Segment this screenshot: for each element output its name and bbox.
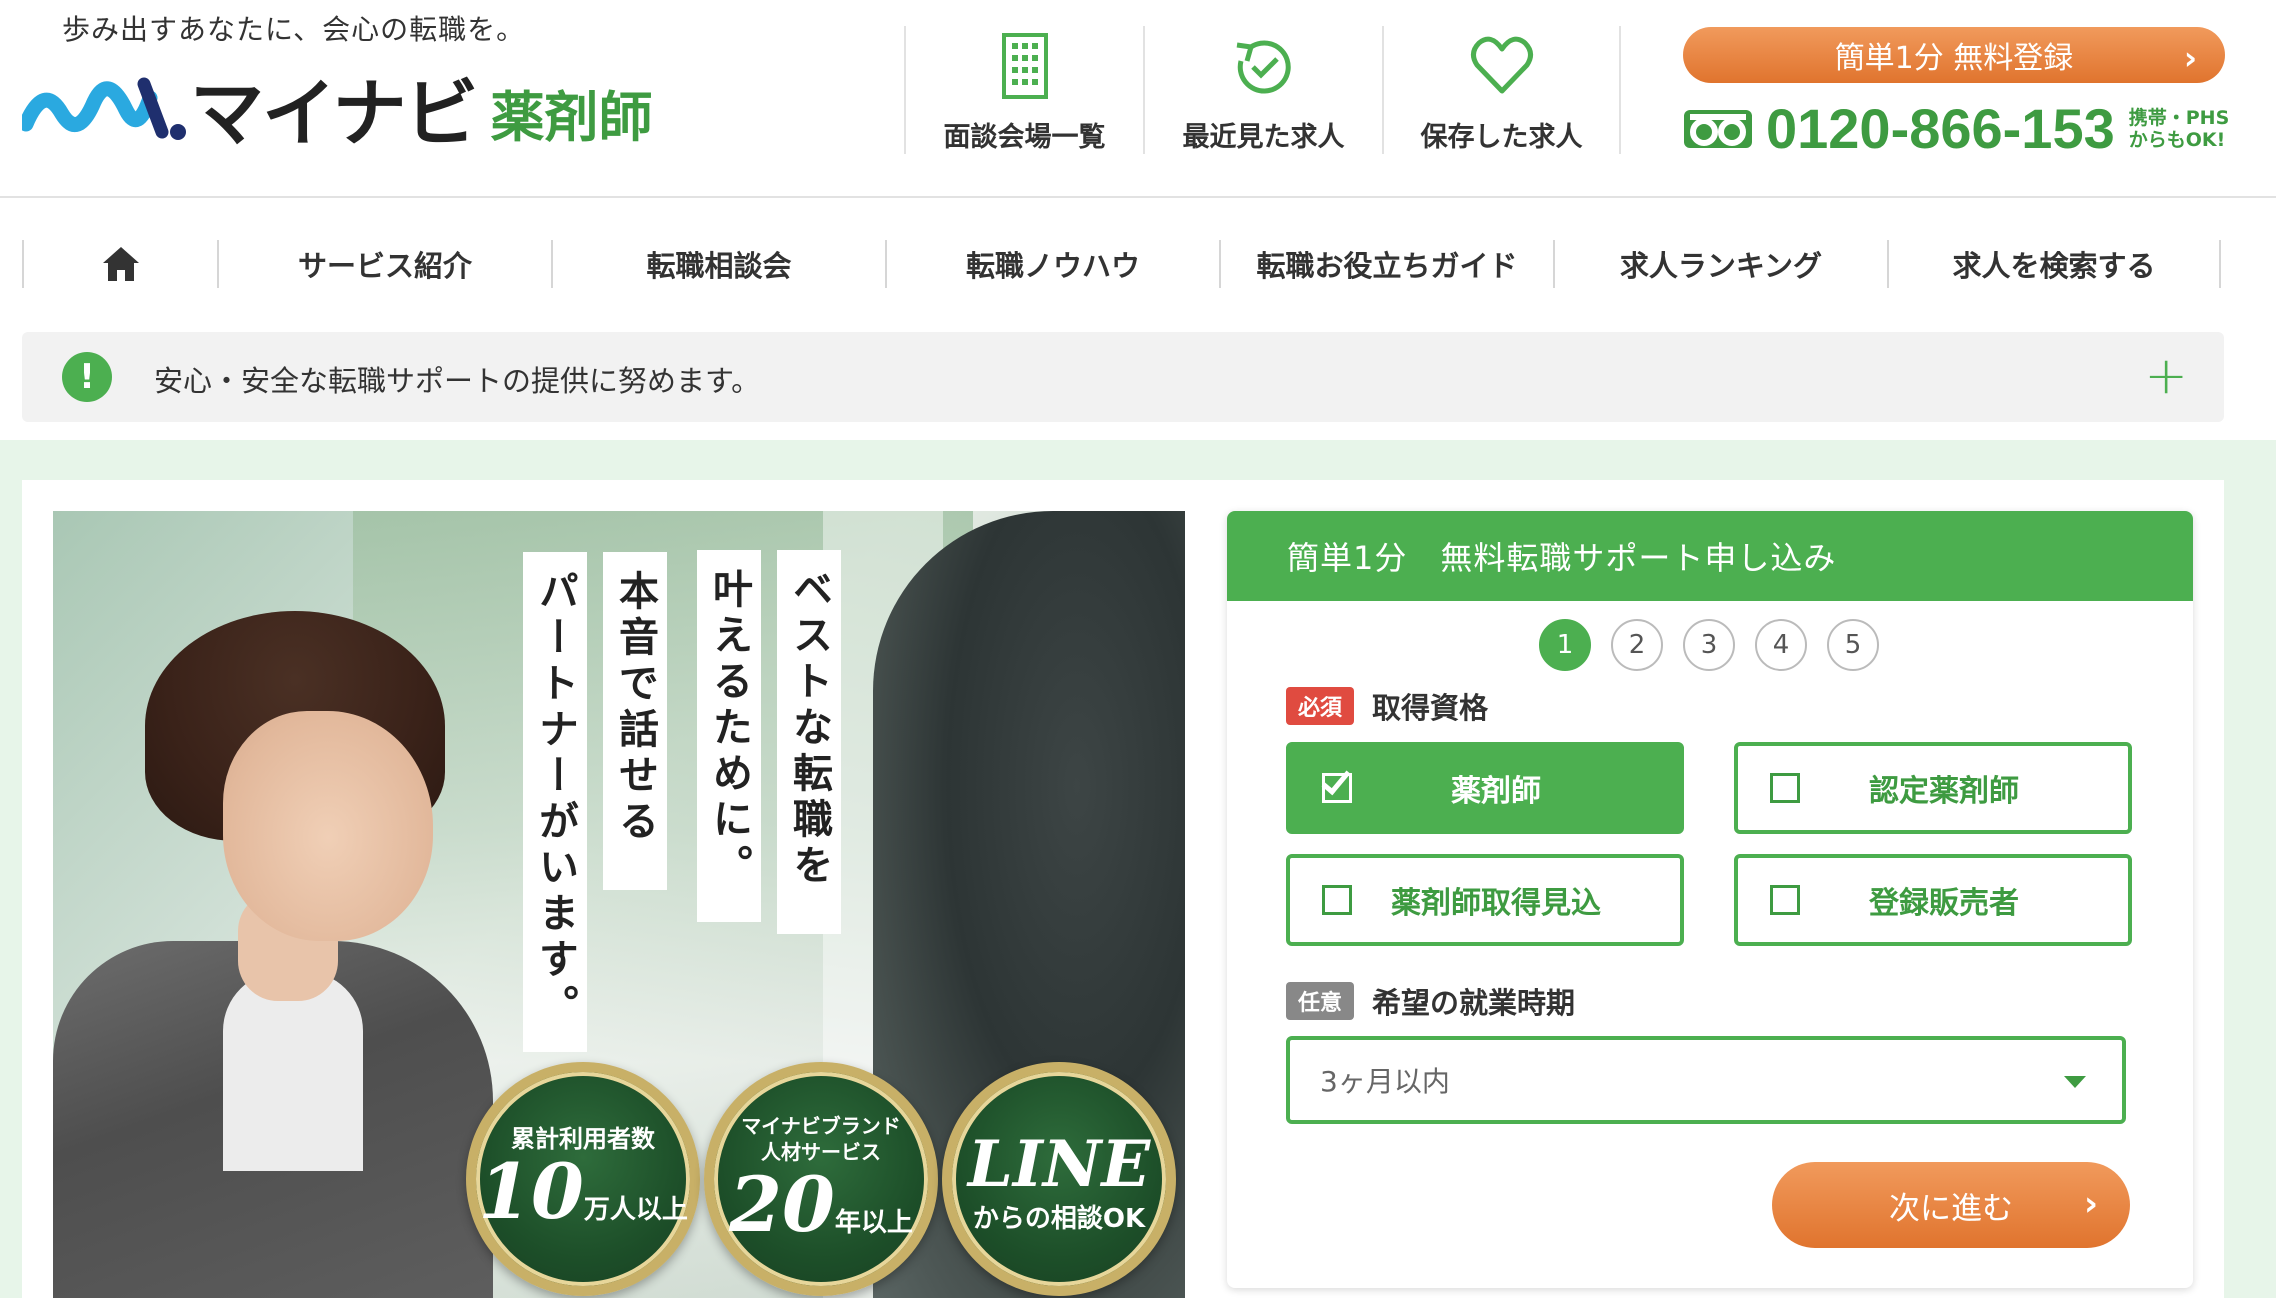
venue-list-link[interactable]: 面談会場一覧 [904, 26, 1143, 154]
option-label: 認定薬剤師 [1869, 774, 2019, 809]
chevron-right-icon: › [2083, 1184, 2098, 1224]
step-1: 1 [1539, 619, 1591, 671]
option-label: 薬剤師 [1451, 774, 1541, 809]
heart-icon [1470, 36, 1533, 94]
signup-form-card: 簡単1分 無料転職サポート申し込み 1 2 3 4 5 必須 取得資格 薬剤師 … [1227, 511, 2193, 1288]
exclamation-icon: ! [62, 352, 112, 402]
step-indicator: 1 2 3 4 5 [1539, 619, 1899, 671]
notice-bar[interactable]: ! 安心・安全な転職サポートの提供に努めます。 + [22, 332, 2224, 422]
checkbox-checked-icon [1321, 764, 1352, 803]
caret-down-icon [2064, 1076, 2086, 1088]
required-badge: 必須 [1286, 687, 1355, 725]
site-header: 歩み出すあなたに、会心の転職を。 マイナビ 薬剤師 面談会場一覧 最近見た求人 … [0, 0, 2276, 198]
logo-mark-icon [22, 77, 186, 140]
option-label: 登録販売者 [1869, 886, 2019, 921]
nav-guide[interactable]: 転職お役立ちガイド [1219, 240, 1553, 288]
building-icon [1001, 33, 1048, 99]
logo-text: マイナビ [190, 70, 479, 157]
medal-line-sub: からの相談OK [972, 1204, 1146, 1234]
header-nav: 面談会場一覧 最近見た求人 保存した求人 [904, 26, 1621, 154]
hero-copy-line3: 本音で話せる [603, 552, 667, 890]
phone-note-line2: からもOK! [2128, 128, 2226, 151]
tagline: 歩み出すあなたに、会心の転職を。 [62, 13, 526, 46]
hero-copy-line4: パートナーがいます。 [523, 552, 587, 1052]
next-button[interactable]: 次に進む › [1772, 1162, 2130, 1248]
checkbox-icon [1770, 773, 1800, 803]
option-label: 薬剤師取得見込 [1391, 886, 1601, 921]
step-2: 2 [1611, 619, 1663, 671]
medal-years-unit: 年以上 [834, 1208, 913, 1238]
period-label-text: 希望の就業時期 [1372, 986, 1576, 1020]
hero-copy-line2: 叶えるために。 [697, 550, 761, 922]
qualification-label-text: 取得資格 [1372, 691, 1489, 725]
hnav-label: 最近見た求人 [1182, 122, 1345, 153]
hnav-label: 面談会場一覧 [943, 122, 1106, 153]
plus-icon[interactable]: + [2144, 346, 2188, 406]
step-5: 5 [1827, 619, 1879, 671]
main-nav: サービス紹介 転職相談会 転職ノウハウ 転職お役立ちガイド 求人ランキング 求人… [22, 240, 2221, 288]
recent-jobs-link[interactable]: 最近見た求人 [1143, 26, 1382, 154]
next-label: 次に進む [1889, 1190, 2013, 1227]
period-label: 任意 希望の就業時期 [1286, 980, 1575, 1022]
saved-jobs-link[interactable]: 保存した求人 [1382, 26, 1621, 154]
nav-knowhow[interactable]: 転職ノウハウ [885, 240, 1219, 288]
chevron-right-icon: › [2183, 39, 2197, 77]
option-pharmacist-expected[interactable]: 薬剤師取得見込 [1286, 854, 1684, 946]
logo-sub: 薬剤師 [490, 85, 653, 149]
medal-years-big: 20 [729, 1160, 835, 1249]
option-pharmacist[interactable]: 薬剤師 [1286, 742, 1684, 834]
medal-users-big: 10 [478, 1147, 584, 1236]
medal-users: 累計利用者数 10万人以上 [466, 1062, 700, 1296]
phone-number: 0120-866-153 [1766, 97, 2115, 160]
nav-ranking[interactable]: 求人ランキング [1553, 240, 1887, 288]
medal-users-unit: 万人以上 [583, 1195, 688, 1225]
option-certified-pharmacist[interactable]: 認定薬剤師 [1734, 742, 2132, 834]
form-title: 簡単1分 無料転職サポート申し込み [1227, 511, 2193, 601]
nav-search[interactable]: 求人を検索する [1887, 240, 2221, 288]
nav-service[interactable]: サービス紹介 [217, 240, 551, 288]
register-button[interactable]: 簡単1分 無料登録 › [1683, 27, 2225, 83]
hero-copy-line1: ベストな転職を [777, 550, 841, 934]
hnav-label: 保存した求人 [1420, 122, 1583, 153]
option-registered-seller[interactable]: 登録販売者 [1734, 854, 2132, 946]
checkbox-icon [1770, 885, 1800, 915]
phone-note-line1: 携帯・PHS [2128, 106, 2230, 129]
step-3: 3 [1683, 619, 1735, 671]
nav-home[interactable] [22, 240, 217, 288]
phone-contact[interactable]: 0120-866-153 携帯・PHS からもOK! [1682, 96, 2229, 161]
medal-years: マイナビブランド人材サービス 20年以上 [704, 1062, 938, 1296]
hero-person-shirt [223, 971, 363, 1171]
checkbox-icon [1322, 885, 1352, 915]
free-dial-icon [1684, 109, 1752, 148]
period-select[interactable]: 3ヶ月以内 [1286, 1036, 2126, 1124]
nav-consultation[interactable]: 転職相談会 [551, 240, 885, 288]
site-logo[interactable]: マイナビ 薬剤師 [22, 62, 653, 157]
step-4: 4 [1755, 619, 1807, 671]
phone-note: 携帯・PHS からもOK! [2129, 107, 2230, 151]
medal-line: LINE からの相談OK [942, 1062, 1176, 1296]
hero-person-face [223, 711, 433, 941]
medal-years-top: マイナビブランド人材サービス [741, 1114, 901, 1164]
qualification-label: 必須 取得資格 [1286, 685, 1488, 727]
register-label: 簡単1分 無料登録 [1834, 41, 2074, 76]
period-select-value: 3ヶ月以内 [1320, 1065, 1450, 1098]
home-icon [102, 247, 139, 281]
notice-text: 安心・安全な転職サポートの提供に努めます。 [154, 364, 761, 398]
medal-line-big: LINE [967, 1127, 1151, 1202]
optional-badge: 任意 [1286, 982, 1355, 1020]
history-clock-icon [1236, 40, 1291, 94]
